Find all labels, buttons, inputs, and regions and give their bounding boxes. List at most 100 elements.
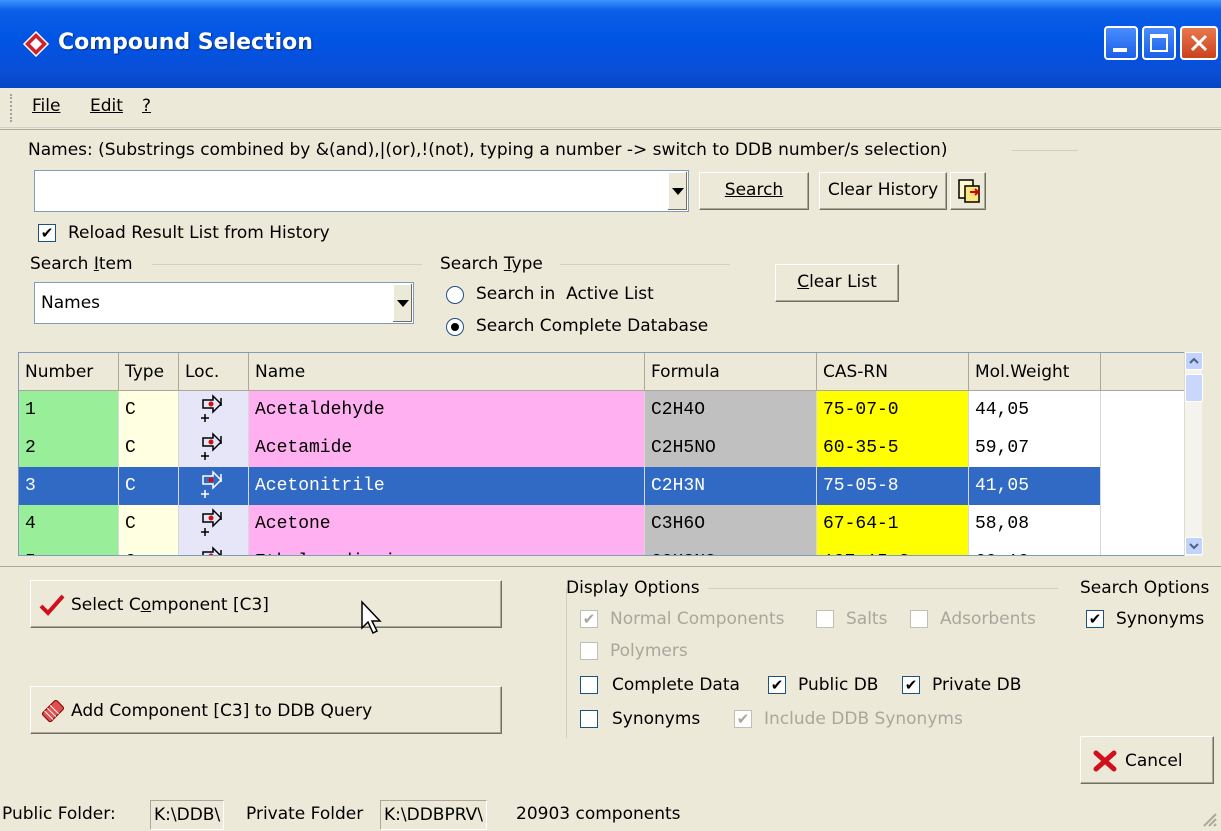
salts-label: Salts [846,609,888,629]
menu-file[interactable]: File [32,96,60,116]
separator [0,566,1221,567]
search-combo[interactable] [34,170,689,212]
names-label: Names: (Substrings combined by &(and),|(… [28,140,948,160]
search-button[interactable]: Search [699,172,809,210]
mouse-cursor-icon [361,600,382,635]
public-folder-value: K:\DDB\ [150,800,225,830]
cell-number: 2 [19,429,119,467]
chevron-up-icon [1189,357,1199,364]
toolbar-grip[interactable] [10,94,14,122]
minimize-button[interactable] [1104,26,1138,60]
cell-mw: 60,10 [969,543,1101,555]
col-mol-weight[interactable]: Mol.Weight [969,353,1101,391]
reload-history-checkbox[interactable]: ✔ [38,224,56,242]
public-folder-label: Public Folder: [2,804,116,824]
table-row[interactable]: 2 C Acetamide C2H5NO 60-35-5 59,07 [19,429,1184,467]
polymers-checkbox [580,642,598,660]
maximize-icon [1150,34,1168,52]
table-row[interactable]: 1 C Acetaldehyde C2H4O 75-07-0 44,05 [19,391,1184,429]
window-title: Compound Selection [58,30,313,55]
search-item-group-line [152,264,422,265]
private-folder-label: Private Folder [246,804,364,824]
cell-cas: 60-35-5 [817,429,969,467]
cell-name: Ethylenediamine [249,543,645,555]
select-component-button[interactable]: Select Component [C3] [30,580,502,628]
scroll-up-button[interactable] [1185,352,1203,370]
close-icon [1190,34,1208,52]
cell-number: 5 [19,543,119,555]
cell-mw: 41,05 [969,467,1101,505]
public-db-label: Public DB [798,675,879,695]
search-input[interactable] [37,173,657,209]
search-item-value: Names [41,293,101,313]
search-item-select[interactable]: Names [34,282,414,324]
synonyms-display-label: Synonyms [612,709,701,729]
private-db-checkbox[interactable]: ✔ [902,676,920,694]
component-count: 20903 components [516,804,681,824]
resize-grip-icon[interactable] [1198,808,1218,828]
cell-name: Acetamide [249,429,645,467]
location-icon [179,505,249,543]
radio-active-list[interactable] [446,286,464,304]
col-name[interactable]: Name [249,353,645,391]
checkmark-icon [39,594,65,616]
table-scrollbar[interactable] [1184,352,1203,556]
table-row[interactable]: 4 C Acetone C3H6O 67-64-1 58,08 [19,505,1184,543]
cell-type: C [119,467,179,505]
export-icon [958,179,980,203]
display-options-frame-left [566,588,567,738]
col-formula[interactable]: Formula [645,353,817,391]
salts-checkbox [816,610,834,628]
col-loc[interactable]: Loc. [179,353,249,391]
maximize-button[interactable] [1142,26,1176,60]
table-body: 1 C Acetaldehyde C2H4O 75-07-0 44,05 2 C Acetami… [19,391,1184,555]
normal-components-label: Normal Components [610,609,785,629]
adsorbents-label: Adsorbents [940,609,1036,629]
names-group-line [1012,150,1078,151]
include-ddb-synonyms-checkbox: ✔ [734,710,752,728]
search-item-label: Search Item [30,254,133,274]
location-icon [179,543,249,555]
minimize-icon [1113,48,1127,52]
col-cas[interactable]: CAS-RN [817,353,969,391]
table-row[interactable]: 5C EthylenediamineC2H8N2107-15-360,10 [19,543,1184,555]
app-icon [22,30,50,58]
menu-help[interactable]: ? [142,96,151,116]
separator [0,129,1221,130]
public-db-checkbox[interactable]: ✔ [768,676,786,694]
chevron-down-icon [671,187,684,195]
radio-complete-database-label: Search Complete Database [476,316,709,336]
complete-data-label: Complete Data [612,675,740,695]
cell-cas: 107-15-3 [817,543,969,555]
add-to-query-icon [41,699,65,723]
table-row[interactable]: 3 C Acetonitrile C2H3N 75-05-8 41,05 [19,467,1184,505]
chevron-down-icon [1189,543,1199,550]
cancel-button[interactable]: Cancel [1080,736,1214,784]
compound-table[interactable]: Number Type Loc. Name Formula CAS-RN Mol… [18,352,1201,556]
synonyms-display-checkbox[interactable] [580,710,598,728]
search-item-dropdown-button[interactable] [392,284,412,322]
radio-selected-dot [451,323,459,331]
cell-name: Acetone [249,505,645,543]
cell-formula: C2H8N2 [645,543,817,555]
scroll-thumb[interactable] [1185,374,1203,402]
col-number[interactable]: Number [19,353,119,391]
close-button[interactable] [1180,26,1218,60]
cell-type: C [119,429,179,467]
add-component-button[interactable]: Add Component [C3] to DDB Query [30,686,502,734]
export-button[interactable] [950,172,986,210]
complete-data-checkbox[interactable] [580,676,598,694]
cell-mw: 58,08 [969,505,1101,543]
scroll-down-button[interactable] [1185,537,1203,555]
clear-history-button[interactable]: Clear History [819,172,947,210]
cell-number: 1 [19,391,119,429]
clear-list-button[interactable]: Clear List [775,264,899,302]
radio-complete-database[interactable] [446,318,464,336]
search-synonyms-checkbox[interactable]: ✔ [1086,610,1104,628]
cell-formula: C2H5NO [645,429,817,467]
cell-name: Acetonitrile [249,467,645,505]
col-type[interactable]: Type [119,353,179,391]
menu-edit[interactable]: Edit [90,96,123,116]
search-dropdown-button[interactable] [667,172,687,210]
display-options-label: Display Options [566,578,700,598]
